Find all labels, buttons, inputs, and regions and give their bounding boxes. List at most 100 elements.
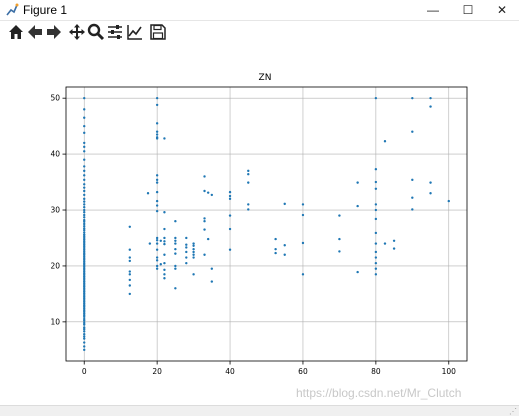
- scatter-point: [411, 196, 414, 199]
- scatter-point: [374, 261, 378, 265]
- scatter-point: [374, 187, 378, 190]
- scatter-point: [392, 247, 396, 250]
- scatter-point: [83, 178, 86, 182]
- scatter-point: [83, 141, 86, 145]
- scatter-point: [174, 236, 177, 240]
- scatter-point: [83, 213, 86, 217]
- scatter-point: [210, 280, 214, 283]
- edit-axis-button[interactable]: [125, 22, 145, 42]
- scatter-point: [247, 208, 250, 211]
- scatter-point: [163, 240, 166, 243]
- scatter-point: [146, 192, 150, 195]
- scatter-point: [83, 193, 86, 197]
- scatter-point: [128, 248, 131, 251]
- scatter-point: [247, 203, 250, 206]
- scatter-point: [155, 248, 159, 251]
- scatter-point: [155, 242, 159, 245]
- scatter-point: [83, 330, 86, 333]
- close-icon: ✕: [496, 3, 508, 17]
- scatter-point: [83, 197, 86, 201]
- edit-axis-icon: [127, 25, 142, 40]
- scatter-point: [83, 220, 86, 223]
- scatter-point: [174, 287, 177, 290]
- scatter-point: [174, 239, 177, 242]
- scatter-point: [356, 204, 359, 208]
- scatter-point: [411, 208, 414, 211]
- maximize-icon: ☐: [462, 3, 474, 17]
- scatter-point: [301, 213, 305, 217]
- zoom-button[interactable]: [86, 22, 106, 42]
- scatter-point: [155, 264, 159, 268]
- scatter-point: [155, 133, 159, 136]
- scatter-point: [356, 181, 359, 184]
- scatter-point: [83, 327, 86, 331]
- scatter-point: [83, 189, 86, 193]
- scatter-point: [247, 169, 250, 173]
- maximize-button[interactable]: ☐: [451, 0, 485, 20]
- scatter-point: [228, 190, 232, 194]
- scatter-point: [247, 181, 250, 184]
- scatter-point: [163, 261, 166, 265]
- scatter-point: [163, 236, 166, 240]
- scatter-point: [203, 189, 206, 193]
- axis-ticks: 0 20 40 60 80 100 10 20 30 40 50: [50, 94, 456, 376]
- scatter-point: [155, 204, 159, 207]
- scatter-point: [411, 96, 414, 100]
- scatter-point: [83, 169, 86, 173]
- scatter-point: [163, 211, 166, 214]
- scatter-point: [83, 124, 86, 128]
- scatter-point: [411, 130, 414, 133]
- scatter-point: [374, 208, 378, 212]
- scatter-point: [338, 214, 341, 217]
- scatter-point: [174, 220, 177, 223]
- x-tick-label: 80: [371, 367, 381, 376]
- scatter-point: [228, 227, 232, 231]
- minimize-button[interactable]: —: [416, 0, 450, 20]
- scatter-point: [174, 267, 177, 270]
- scatter-point: [283, 253, 286, 256]
- configure-subplots-button[interactable]: [105, 22, 125, 42]
- scatter-point: [83, 222, 86, 226]
- scatter-point: [274, 237, 277, 241]
- scatter-point: [374, 203, 378, 206]
- scatter-point: [392, 239, 396, 242]
- navigation-toolbar: [0, 21, 519, 43]
- scatter-point: [374, 217, 378, 221]
- scatter-point: [374, 256, 378, 259]
- scatter-point: [83, 150, 86, 153]
- scatter-point: [83, 341, 86, 344]
- scatter-point: [274, 247, 277, 251]
- configure-subplots-icon: [108, 25, 122, 39]
- x-tick-label: 0: [82, 367, 87, 376]
- scatter-point: [163, 253, 166, 256]
- scatter-point: [148, 242, 152, 245]
- scatter-point: [83, 186, 86, 189]
- scatter-point: [301, 241, 305, 245]
- scatter-point: [155, 190, 159, 194]
- save-button[interactable]: [148, 22, 168, 42]
- chart-title: ZN: [259, 73, 272, 83]
- forward-button[interactable]: [44, 22, 64, 42]
- scatter-point: [83, 348, 86, 352]
- scatter-point: [155, 181, 159, 184]
- back-button[interactable]: [25, 22, 45, 42]
- close-button[interactable]: ✕: [485, 0, 519, 20]
- scatter-plot: ZN 0 20 40 60 80 100 10 20 30 40 50: [50, 73, 468, 376]
- scatter-point: [155, 209, 159, 213]
- scatter-point: [429, 96, 432, 100]
- scatter-point: [83, 216, 86, 219]
- scatter-point: [163, 137, 166, 140]
- home-button[interactable]: [6, 22, 26, 42]
- scatter-point: [429, 105, 432, 108]
- scatter-point: [203, 175, 206, 178]
- zoom-icon: [87, 23, 105, 41]
- scatter-point: [206, 237, 210, 241]
- scatter-point: [206, 191, 210, 194]
- home-icon: [9, 25, 23, 39]
- scatter-point: [83, 165, 86, 168]
- pan-button[interactable]: [67, 22, 87, 42]
- scatter-point: [83, 116, 86, 119]
- figure-canvas[interactable]: ZN 0 20 40 60 80 100 10 20 30 40 50: [0, 44, 519, 405]
- scatter-point: [128, 225, 131, 228]
- scatter-point: [203, 220, 206, 223]
